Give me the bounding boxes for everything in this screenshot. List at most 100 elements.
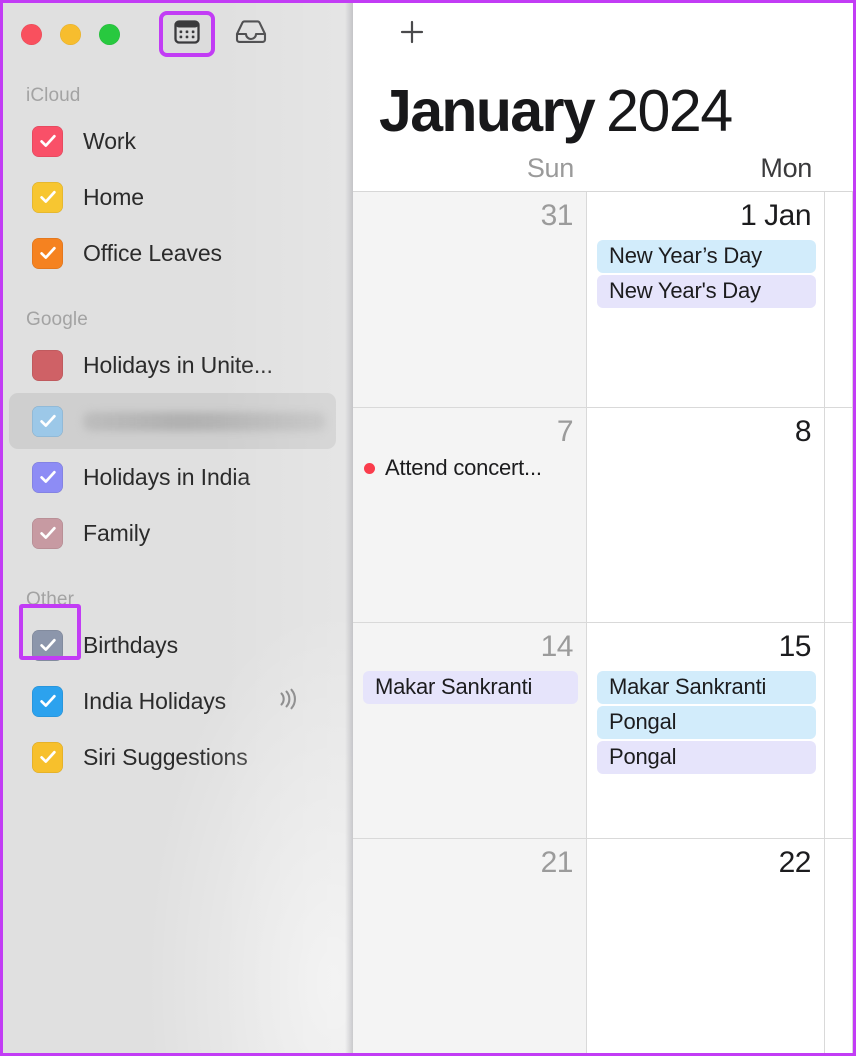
calendar-checkbox-checked[interactable] [32,237,63,269]
month-title: January 2024 [353,65,853,145]
calendar-checkbox-checked[interactable] [32,461,63,493]
day-number: 7 [556,414,574,448]
calendar-day-cell[interactable]: 14 Makar Sankranti [353,623,587,838]
weekday-label: Mon [760,152,812,183]
calendar-day-cell[interactable]: 8 [587,407,825,622]
sidebar-section-header: Google [26,309,88,330]
day-number: 21 [540,845,574,879]
calendar-day-cell[interactable]: 7 Attend concert... [353,407,587,622]
calendar-day-cell[interactable]: 31 [353,192,587,407]
calendar-list-toggle-button[interactable] [159,11,215,57]
window-toolbar [3,3,353,65]
sidebar-calendar-label: India Holidays [83,687,227,714]
sidebar-calendar-item[interactable]: Birthdays [9,604,336,673]
calendar-checkbox-checked[interactable] [32,181,63,213]
checkmark-icon [39,750,56,763]
sidebar-calendar-label-redacted [83,411,326,431]
sidebar-calendar-item[interactable]: Family [9,505,336,561]
sidebar-calendar-label: Family [83,519,151,546]
calendar-day-cell[interactable] [825,192,853,407]
day-events: Makar Sankranti Pongal Pongal [587,670,824,774]
sidebar-calendar-item[interactable]: Siri Suggestions [9,729,336,785]
calendar-checkbox-checked[interactable] [32,405,63,437]
calendar-day-cell[interactable]: 22 [587,838,825,1053]
sidebar-calendar-item[interactable]: Home [9,169,336,225]
weekday-header-row: Sun Mon [353,145,853,192]
calendar-checkbox-checked[interactable] [32,517,63,549]
calendar-day-cell[interactable]: 21 [353,838,587,1053]
day-number: 22 [778,845,812,879]
calendar-toolbar [353,3,853,65]
calendar-grid: 31 1 Jan New Year’s Day New Year's Day 7 Atte… [353,192,853,1053]
day-number: 14 [540,630,574,663]
sidebar-section-header: Other [26,589,75,610]
checkmark-icon [39,470,56,483]
calendar-event-timed[interactable]: Attend concert... [353,455,586,481]
calendar-checkbox-checked[interactable] [32,685,63,717]
calendar-icon [173,18,201,51]
sidebar-calendar-item[interactable]: Holidays in India [9,449,336,505]
sidebar-calendar-item[interactable]: Holidays in Unite... [9,337,336,393]
sidebar-calendar-label: Holidays in India [83,463,251,490]
calendar-day-cell[interactable] [825,623,853,838]
checkmark-icon [39,638,56,651]
sidebar-calendar-item[interactable] [9,393,336,449]
sidebar-calendar-item[interactable]: Work [9,113,336,169]
calendar-sidebar: iCloud Work Home Office Leaves Google Holiday… [3,3,353,1053]
close-button[interactable] [21,23,42,45]
day-events: New Year’s Day New Year's Day [587,239,824,308]
calendar-day-cell[interactable] [825,407,853,622]
calendar-event-pill[interactable]: Pongal [597,740,816,774]
subscribed-broadcast-icon [270,684,300,719]
inbox-button[interactable] [229,14,273,54]
checkmark-icon [39,526,56,539]
sidebar-calendar-label: Home [83,183,144,210]
calendar-checkbox-checked[interactable] [32,741,63,773]
calendar-event-pill[interactable]: New Year's Day [597,274,816,308]
inbox-tray-icon [234,18,268,51]
day-events: Makar Sankranti [353,670,586,704]
sidebar-calendar-label: Office Leaves [83,239,222,266]
calendar-week-row: 21 22 [353,838,853,1053]
plus-icon [397,17,427,52]
calendar-source-list: iCloud Work Home Office Leaves Google Holiday… [3,85,353,785]
calendar-week-row: 31 1 Jan New Year’s Day New Year's Day [353,192,853,408]
zoom-button[interactable] [99,23,120,45]
calendar-event-pill[interactable]: Makar Sankranti [597,670,816,704]
checkmark-icon [39,414,56,427]
month-year: 2024 [606,78,733,144]
day-number: 31 [540,199,574,232]
calendar-day-cell[interactable] [825,838,853,1053]
event-title: Attend concert... [385,455,542,480]
calendar-day-cell[interactable]: 15 Makar Sankranti Pongal Pongal [587,623,825,838]
calendar-week-row: 7 Attend concert... 8 [353,407,853,623]
sidebar-calendar-item[interactable]: Office Leaves [9,225,336,281]
calendar-day-cell[interactable]: 1 Jan New Year’s Day New Year's Day [587,192,825,407]
weekday-label: Sun [526,152,574,183]
calendar-event-pill[interactable]: Pongal [597,705,816,739]
day-number: 15 [778,630,812,663]
calendar-checkbox-unchecked[interactable] [32,349,63,381]
checkmark-icon [39,246,56,259]
sidebar-calendar-label: Siri Suggestions [83,743,248,770]
sidebar-calendar-label: Holidays in Unite... [83,351,273,378]
event-color-dot [364,462,375,474]
sidebar-calendar-label: Work [83,127,136,154]
calendar-event-pill[interactable]: New Year’s Day [597,239,816,273]
month-name: January [379,78,596,144]
minimize-button[interactable] [60,23,81,45]
checkmark-icon [39,134,56,147]
calendar-event-pill[interactable]: Makar Sankranti [363,670,578,704]
sidebar-section-header: iCloud [26,85,81,106]
checkmark-icon [39,694,56,707]
day-number: 1 Jan [740,199,811,232]
calendar-checkbox-checked[interactable] [32,629,63,661]
calendar-checkbox-checked[interactable] [32,125,63,157]
traffic-light-group [21,23,120,45]
checkmark-icon [39,190,56,203]
calendar-main-pane: January 2024 Sun Mon 31 1 Jan New Year’s Da… [353,3,853,1053]
day-number: 8 [794,414,812,448]
add-event-button[interactable] [395,17,429,51]
sidebar-calendar-item[interactable]: India Holidays [9,673,336,729]
calendar-week-row: 14 Makar Sankranti 15 Makar Sankranti Pongal… [353,623,853,839]
